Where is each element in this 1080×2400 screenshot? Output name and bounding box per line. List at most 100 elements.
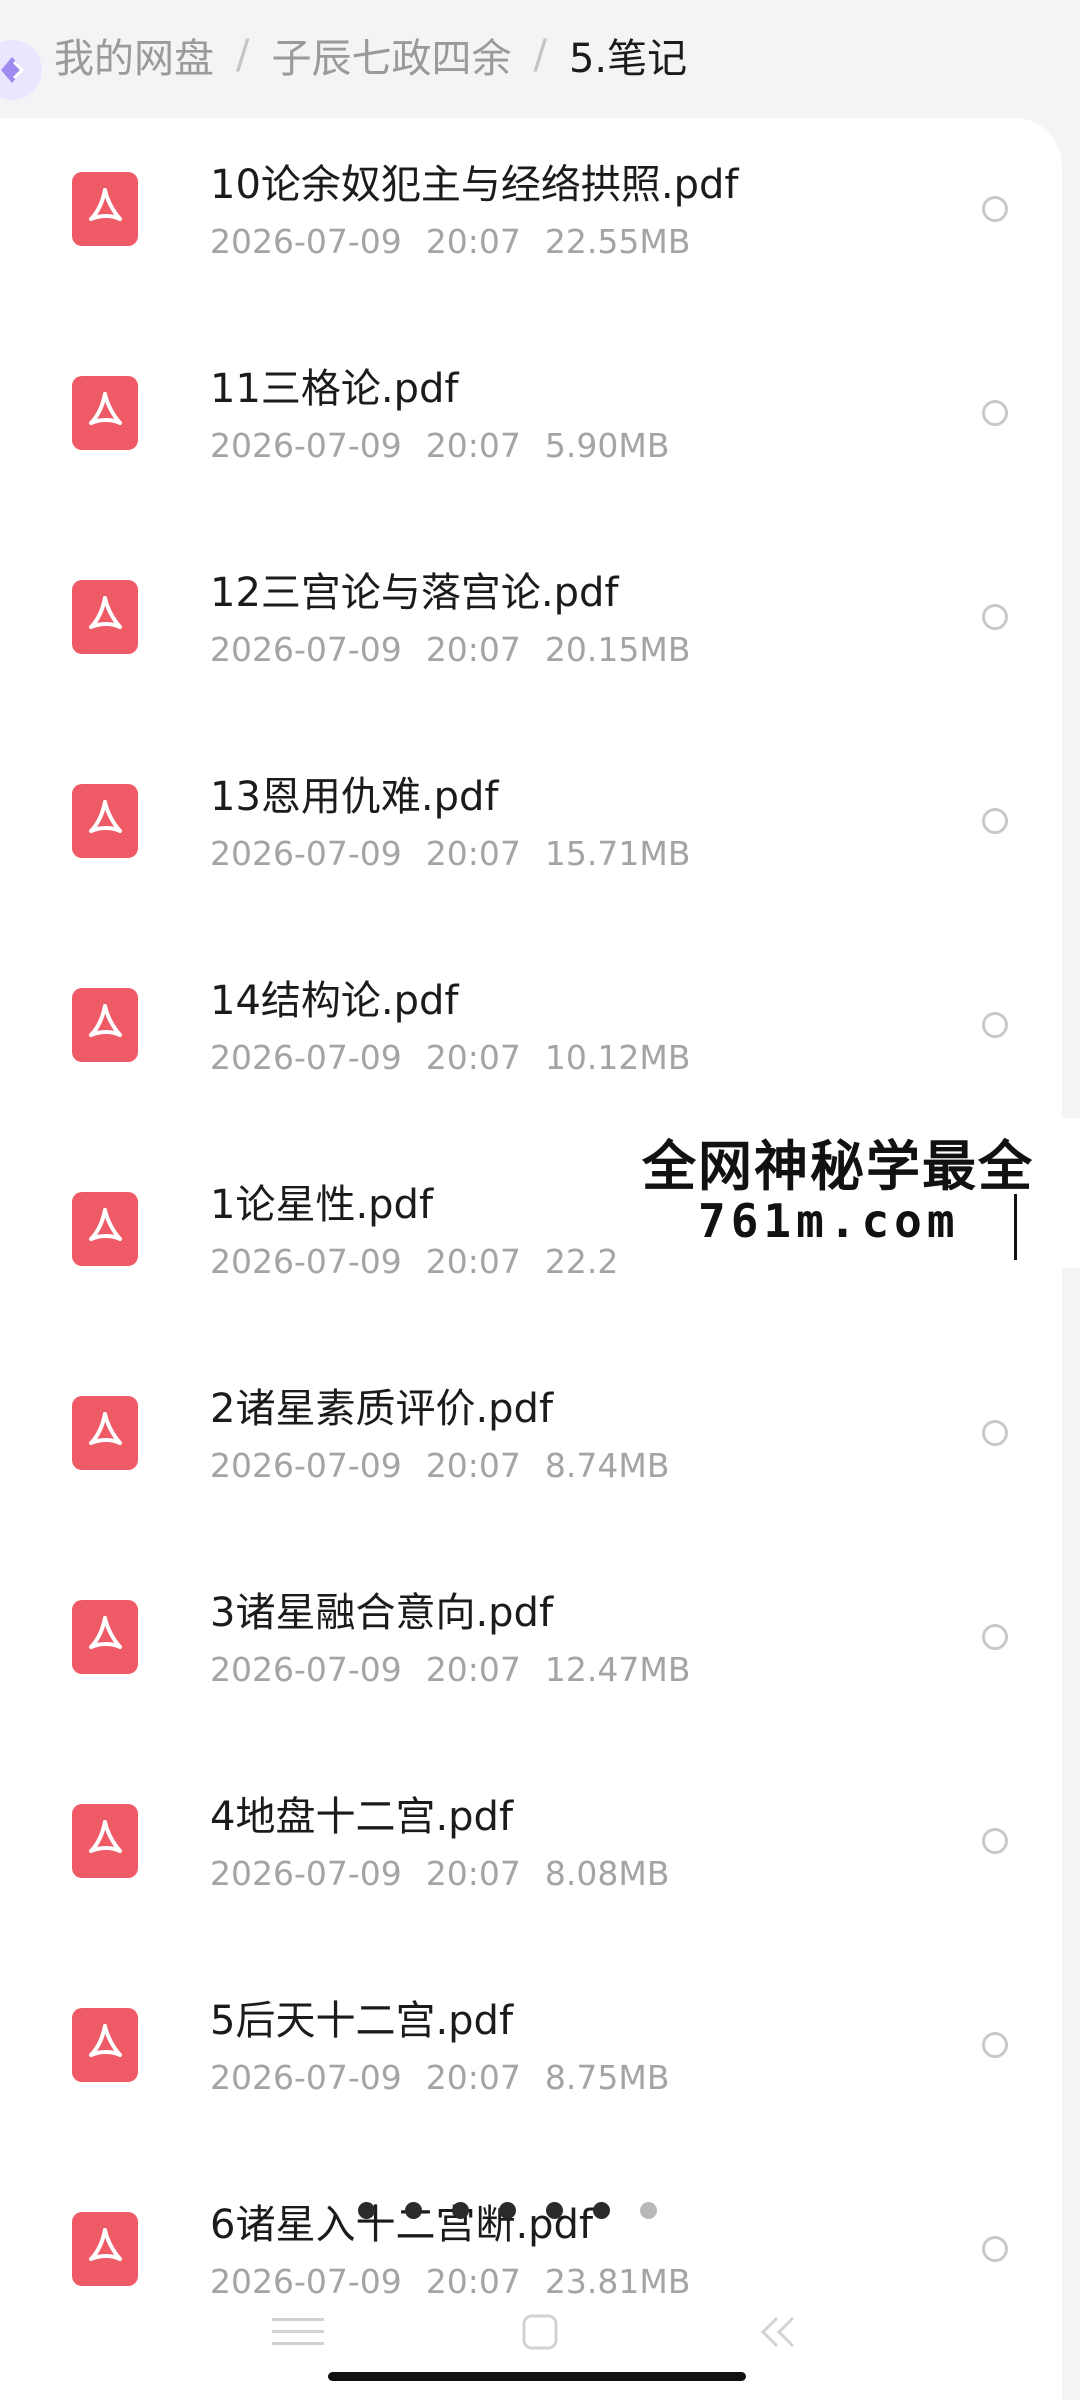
loading-dot <box>593 2202 610 2219</box>
file-date: 2026-07-09 <box>210 1038 402 1077</box>
pdf-icon <box>72 1600 138 1674</box>
pdf-icon <box>72 2212 138 2286</box>
loading-dot <box>640 2202 657 2219</box>
file-time: 20:07 <box>425 426 521 465</box>
nav-back-button[interactable] <box>752 2310 802 2354</box>
file-meta: 2026-07-09 20:07 8.74MB <box>210 1446 669 1485</box>
file-time: 20:07 <box>425 1446 521 1485</box>
file-date: 2026-07-09 <box>210 2058 402 2097</box>
file-meta: 2026-07-09 20:07 12.47MB <box>210 1650 690 1689</box>
file-time: 20:07 <box>425 2058 521 2097</box>
watermark-url: 761m.com <box>698 1194 960 1248</box>
file-size: 8.74MB <box>544 1446 670 1485</box>
pdf-icon <box>72 580 138 654</box>
file-size: 12.47MB <box>544 1650 691 1689</box>
file-size: 20.15MB <box>544 630 691 669</box>
file-size: 22.2 <box>544 1242 619 1281</box>
file-time: 20:07 <box>425 630 521 669</box>
file-meta: 2026-07-09 20:07 22.2 <box>210 1242 618 1281</box>
expand-side-panel-tab[interactable] <box>0 40 42 100</box>
home-square-icon <box>522 2314 558 2350</box>
pdf-icon <box>72 376 138 450</box>
pdf-icon <box>72 784 138 858</box>
watermark-slogan: 全网神秘学最全 <box>642 1135 1034 1198</box>
select-radio-button[interactable] <box>982 1624 1008 1650</box>
pdf-icon <box>72 172 138 246</box>
breadcrumb: 我的网盘 / 子辰七政四余 / 5.笔记 <box>0 0 1080 110</box>
file-row[interactable]: 5后天十二宫.pdf 2026-07-09 20:07 8.75MB <box>0 1954 1062 2158</box>
file-time: 20:07 <box>425 1038 521 1077</box>
file-date: 2026-07-09 <box>210 426 402 465</box>
file-date: 2026-07-09 <box>210 222 402 261</box>
select-radio-button[interactable] <box>982 2032 1008 2058</box>
pdf-icon <box>72 2008 138 2082</box>
loading-dot <box>499 2202 516 2219</box>
loading-dot <box>546 2202 563 2219</box>
menu-icon <box>272 2318 324 2345</box>
file-name: 4地盘十二宫.pdf <box>210 1794 514 1840</box>
file-size: 22.55MB <box>544 222 691 261</box>
file-name: 10论余奴犯主与经络拱照.pdf <box>210 162 739 208</box>
breadcrumb-separator: / <box>533 32 547 78</box>
file-name: 12三宫论与落宫论.pdf <box>210 570 619 616</box>
select-radio-button[interactable] <box>982 808 1008 834</box>
select-radio-button[interactable] <box>982 196 1008 222</box>
watermark-cursor-bar <box>1014 1194 1017 1260</box>
select-radio-button[interactable] <box>982 1420 1008 1446</box>
file-date: 2026-07-09 <box>210 1446 402 1485</box>
nav-menu-button[interactable] <box>268 2310 328 2354</box>
breadcrumb-separator: / <box>236 32 250 78</box>
file-name: 2诸星素质评价.pdf <box>210 1386 554 1432</box>
file-time: 20:07 <box>425 1242 521 1281</box>
file-name: 13恩用仇难.pdf <box>210 774 499 820</box>
file-size: 8.75MB <box>544 2058 670 2097</box>
home-indicator-bar[interactable] <box>328 2372 746 2381</box>
file-date: 2026-07-09 <box>210 1650 402 1689</box>
pdf-icon <box>72 1396 138 1470</box>
file-name: 14结构论.pdf <box>210 978 459 1024</box>
diamond-icon <box>1 57 25 83</box>
breadcrumb-item-folder[interactable]: 子辰七政四余 <box>271 26 511 84</box>
file-time: 20:07 <box>425 1854 521 1893</box>
file-meta: 2026-07-09 20:07 8.75MB <box>210 2058 669 2097</box>
select-radio-button[interactable] <box>982 2236 1008 2262</box>
file-name: 3诸星融合意向.pdf <box>210 1590 554 1636</box>
file-size: 8.08MB <box>544 1854 670 1893</box>
nav-home-button[interactable] <box>518 2310 562 2354</box>
file-meta: 2026-07-09 20:07 22.55MB <box>210 222 690 261</box>
file-meta: 2026-07-09 20:07 8.08MB <box>210 1854 669 1893</box>
file-name: 11三格论.pdf <box>210 366 459 412</box>
file-row[interactable]: 11三格论.pdf 2026-07-09 20:07 5.90MB <box>0 322 1062 526</box>
file-row[interactable]: 10论余奴犯主与经络拱照.pdf 2026-07-09 20:07 22.55MB <box>0 118 1062 322</box>
pdf-icon <box>72 988 138 1062</box>
file-row[interactable]: 12三宫论与落宫论.pdf 2026-07-09 20:07 20.15MB <box>0 526 1062 730</box>
file-row[interactable]: 3诸星融合意向.pdf 2026-07-09 20:07 12.47MB <box>0 1546 1062 1750</box>
file-size: 15.71MB <box>544 834 691 873</box>
select-radio-button[interactable] <box>982 1828 1008 1854</box>
loading-indicator <box>358 2202 657 2219</box>
file-date: 2026-07-09 <box>210 630 402 669</box>
file-date: 2026-07-09 <box>210 1854 402 1893</box>
file-date: 2026-07-09 <box>210 1242 402 1281</box>
file-time: 20:07 <box>425 2262 521 2301</box>
file-name: 5后天十二宫.pdf <box>210 1998 514 2044</box>
file-name: 6诸星入十二宫断.pdf <box>210 2202 594 2248</box>
breadcrumb-item-my-drive[interactable]: 我的网盘 <box>54 26 214 84</box>
loading-dot <box>452 2202 469 2219</box>
select-radio-button[interactable] <box>982 400 1008 426</box>
file-row[interactable]: 4地盘十二宫.pdf 2026-07-09 20:07 8.08MB <box>0 1750 1062 1954</box>
file-row[interactable]: 2诸星素质评价.pdf 2026-07-09 20:07 8.74MB <box>0 1342 1062 1546</box>
watermark: 全网神秘学最全 761m.com <box>630 1118 1080 1268</box>
file-time: 20:07 <box>425 834 521 873</box>
file-name: 1论星性.pdf <box>210 1182 434 1228</box>
pdf-icon <box>72 1192 138 1266</box>
file-date: 2026-07-09 <box>210 834 402 873</box>
select-radio-button[interactable] <box>982 604 1008 630</box>
file-row[interactable]: 14结构论.pdf 2026-07-09 20:07 10.12MB <box>0 934 1062 1138</box>
file-size: 23.81MB <box>544 2262 691 2301</box>
loading-dot <box>358 2202 375 2219</box>
file-meta: 2026-07-09 20:07 15.71MB <box>210 834 690 873</box>
select-radio-button[interactable] <box>982 1012 1008 1038</box>
file-time: 20:07 <box>425 222 521 261</box>
file-row[interactable]: 13恩用仇难.pdf 2026-07-09 20:07 15.71MB <box>0 730 1062 934</box>
